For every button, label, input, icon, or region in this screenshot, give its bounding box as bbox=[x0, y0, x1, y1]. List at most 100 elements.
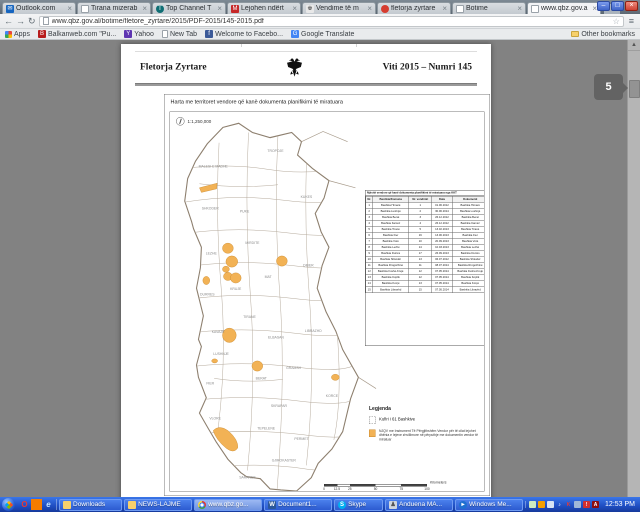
district-label: SARANDE bbox=[239, 476, 256, 480]
reload-icon[interactable]: ↻ bbox=[28, 17, 36, 26]
taskbar-button-www-qbz-go-[interactable]: www.qbz.go... bbox=[194, 499, 262, 511]
district-label: GJIROKASTER bbox=[272, 458, 297, 462]
internet-explorer-icon[interactable]: e bbox=[43, 499, 54, 510]
display-tray-icon[interactable] bbox=[547, 501, 554, 508]
windows-logo-icon bbox=[4, 500, 12, 508]
bookmark-label: Welcome to Facebo... bbox=[215, 31, 283, 38]
district-label: FIER bbox=[206, 381, 214, 385]
minimize-button[interactable]: – bbox=[597, 1, 610, 11]
map-scale-block: 1:1,250,000 bbox=[176, 117, 211, 126]
tab-close-icon[interactable]: × bbox=[142, 5, 147, 13]
district-label: KORCE bbox=[326, 394, 339, 398]
opera-icon[interactable]: O bbox=[19, 499, 30, 510]
scrollbar-thumb[interactable] bbox=[629, 80, 640, 98]
bookmark-star-icon[interactable]: ☆ bbox=[613, 17, 620, 26]
scale-bar-label: 25 bbox=[348, 488, 352, 492]
bookmark-yahoo[interactable]: YYahoo bbox=[124, 30, 154, 38]
notes-tray-icon[interactable] bbox=[529, 501, 536, 508]
njqv-swatch-icon bbox=[369, 430, 376, 438]
taskbar-button-skype[interactable]: SSkype bbox=[334, 499, 383, 511]
tab-top-channel-t[interactable]: TTop Channel T× bbox=[152, 2, 226, 14]
bookmark-new-tab[interactable]: New Tab bbox=[162, 30, 197, 38]
tab-close-icon[interactable]: × bbox=[217, 5, 222, 13]
tab-lejohen-nd-rt[interactable]: MLejohen ndërt× bbox=[227, 2, 301, 14]
bookmark-label: New Tab bbox=[170, 31, 197, 38]
bookmark-balkanweb-com-pu-[interactable]: BBalkanweb.com "Pu... bbox=[38, 30, 116, 38]
start-button[interactable] bbox=[2, 498, 15, 511]
network-tray-icon[interactable] bbox=[574, 501, 581, 508]
district-label: LIBRAZHD bbox=[305, 329, 322, 333]
taskbar-button-windows-me-[interactable]: ▸Windows Me... bbox=[455, 499, 523, 511]
district-label: MALESI E MADHE bbox=[199, 164, 229, 168]
alert-tray-icon[interactable]: ! bbox=[583, 501, 590, 508]
tab-botime[interactable]: Botime× bbox=[452, 2, 526, 14]
folder-icon bbox=[63, 501, 71, 509]
taskbar-button-label: Downloads bbox=[73, 501, 105, 508]
maximize-button[interactable]: □ bbox=[611, 1, 624, 11]
tab-close-icon[interactable]: × bbox=[67, 5, 72, 13]
taskbar-button-downloads[interactable]: Downloads bbox=[59, 499, 122, 511]
tab-outlook-com[interactable]: ✉Outlook.com× bbox=[2, 2, 76, 14]
tab-close-icon[interactable]: × bbox=[292, 5, 297, 13]
tab-label: fletorja zyrtare bbox=[391, 5, 440, 12]
table-cell: Bashkia Librazhd bbox=[373, 287, 409, 293]
bookmark-welcome-to-facebo-[interactable]: fWelcome to Facebo... bbox=[205, 30, 283, 38]
taskbar-button-label: Document1... bbox=[278, 501, 317, 508]
district-label: MAT bbox=[265, 275, 273, 279]
bookmark-label: Yahoo bbox=[134, 31, 154, 38]
taskbar-button-news-lajme[interactable]: NEWS-LAJME bbox=[124, 499, 192, 511]
page-favicon bbox=[456, 5, 464, 13]
district-label: SKRAPAR bbox=[271, 404, 288, 408]
bookmark-label: Google Translate bbox=[301, 31, 354, 38]
taskbar-button-anduena-ma-[interactable]: ♟Anduena MA... bbox=[385, 499, 453, 511]
tab-close-icon[interactable]: × bbox=[517, 5, 522, 13]
red-circle-favicon bbox=[381, 5, 389, 13]
crop-mark bbox=[241, 44, 242, 47]
gazette-issue: Viti 2015 – Numri 145 bbox=[383, 61, 472, 72]
tab-label: Top Channel T bbox=[166, 5, 215, 12]
url-text[interactable]: www.qbz.gov.al/botime/fletore_zyrtare/20… bbox=[52, 18, 610, 25]
scroll-up-icon[interactable]: ▲ bbox=[628, 40, 640, 51]
address-bar[interactable]: www.qbz.gov.al/botime/fletore_zyrtare/20… bbox=[39, 16, 624, 27]
volume-tray-icon[interactable]: ♪ bbox=[556, 501, 563, 508]
boundary-swatch-icon bbox=[369, 417, 376, 425]
task-buttons: Downloads NEWS-LAJMEwww.qbz.go...WDocumen… bbox=[59, 499, 523, 511]
tab-www-qbz-gov-a[interactable]: www.qbz.gov.a× bbox=[527, 2, 601, 14]
bookmark-apps[interactable]: Apps bbox=[5, 31, 30, 38]
other-bookmarks-label: Other bookmarks bbox=[581, 31, 635, 38]
system-tray: ♪K!A bbox=[525, 501, 602, 508]
other-bookmarks-button[interactable]: Other bookmarks bbox=[571, 31, 635, 38]
north-arrow-icon bbox=[176, 117, 185, 126]
orange-app-icon[interactable] bbox=[31, 499, 42, 510]
taskbar-button-label: Anduena MA... bbox=[399, 501, 442, 508]
gazette-header: Fletorja Zyrtare bbox=[135, 51, 477, 82]
update-tray-icon[interactable] bbox=[538, 501, 545, 508]
tab-close-icon[interactable]: × bbox=[442, 5, 447, 13]
bookmark-google-translate[interactable]: GGoogle Translate bbox=[291, 30, 354, 38]
map-legend: Legjenda Kufiri i 61 Bashkive NJQV me In… bbox=[369, 406, 485, 448]
taskbar-clock[interactable]: 12:53 PM bbox=[604, 501, 638, 508]
pdf-page: Fletorja Zyrtare bbox=[121, 44, 491, 497]
forward-icon[interactable]: → bbox=[16, 17, 25, 26]
header-rule bbox=[135, 83, 477, 86]
page-icon bbox=[43, 17, 49, 25]
pdf-viewer: Fletorja Zyrtare bbox=[0, 40, 640, 497]
taskbar-button-document1-[interactable]: WDocument1... bbox=[264, 499, 332, 511]
district-label: MIRDITE bbox=[245, 241, 260, 245]
taskbar-button-label: Skype bbox=[348, 501, 366, 508]
district-label: DIBER bbox=[303, 264, 314, 268]
tab-close-icon[interactable]: × bbox=[367, 5, 372, 13]
folder-icon bbox=[571, 31, 579, 37]
back-icon[interactable]: ← bbox=[4, 17, 13, 26]
tab-tirana-mizerab[interactable]: Tirana mizerab× bbox=[77, 2, 151, 14]
kaspersky-tray-icon[interactable]: K bbox=[565, 501, 572, 508]
district-label: DURRES bbox=[200, 292, 215, 296]
chrome-menu-icon[interactable]: ≡ bbox=[627, 16, 636, 26]
adobe-tray-icon[interactable]: A bbox=[592, 501, 599, 508]
page-favicon bbox=[81, 5, 89, 13]
apps-grid-icon bbox=[5, 31, 12, 38]
tab-vendime-t-m[interactable]: ♚Vendime të m× bbox=[302, 2, 376, 14]
close-button[interactable]: × bbox=[625, 1, 638, 11]
pdf-scrollbar[interactable]: ▲ bbox=[627, 40, 640, 497]
tab-fletorja-zyrtare[interactable]: fletorja zyrtare× bbox=[377, 2, 451, 14]
